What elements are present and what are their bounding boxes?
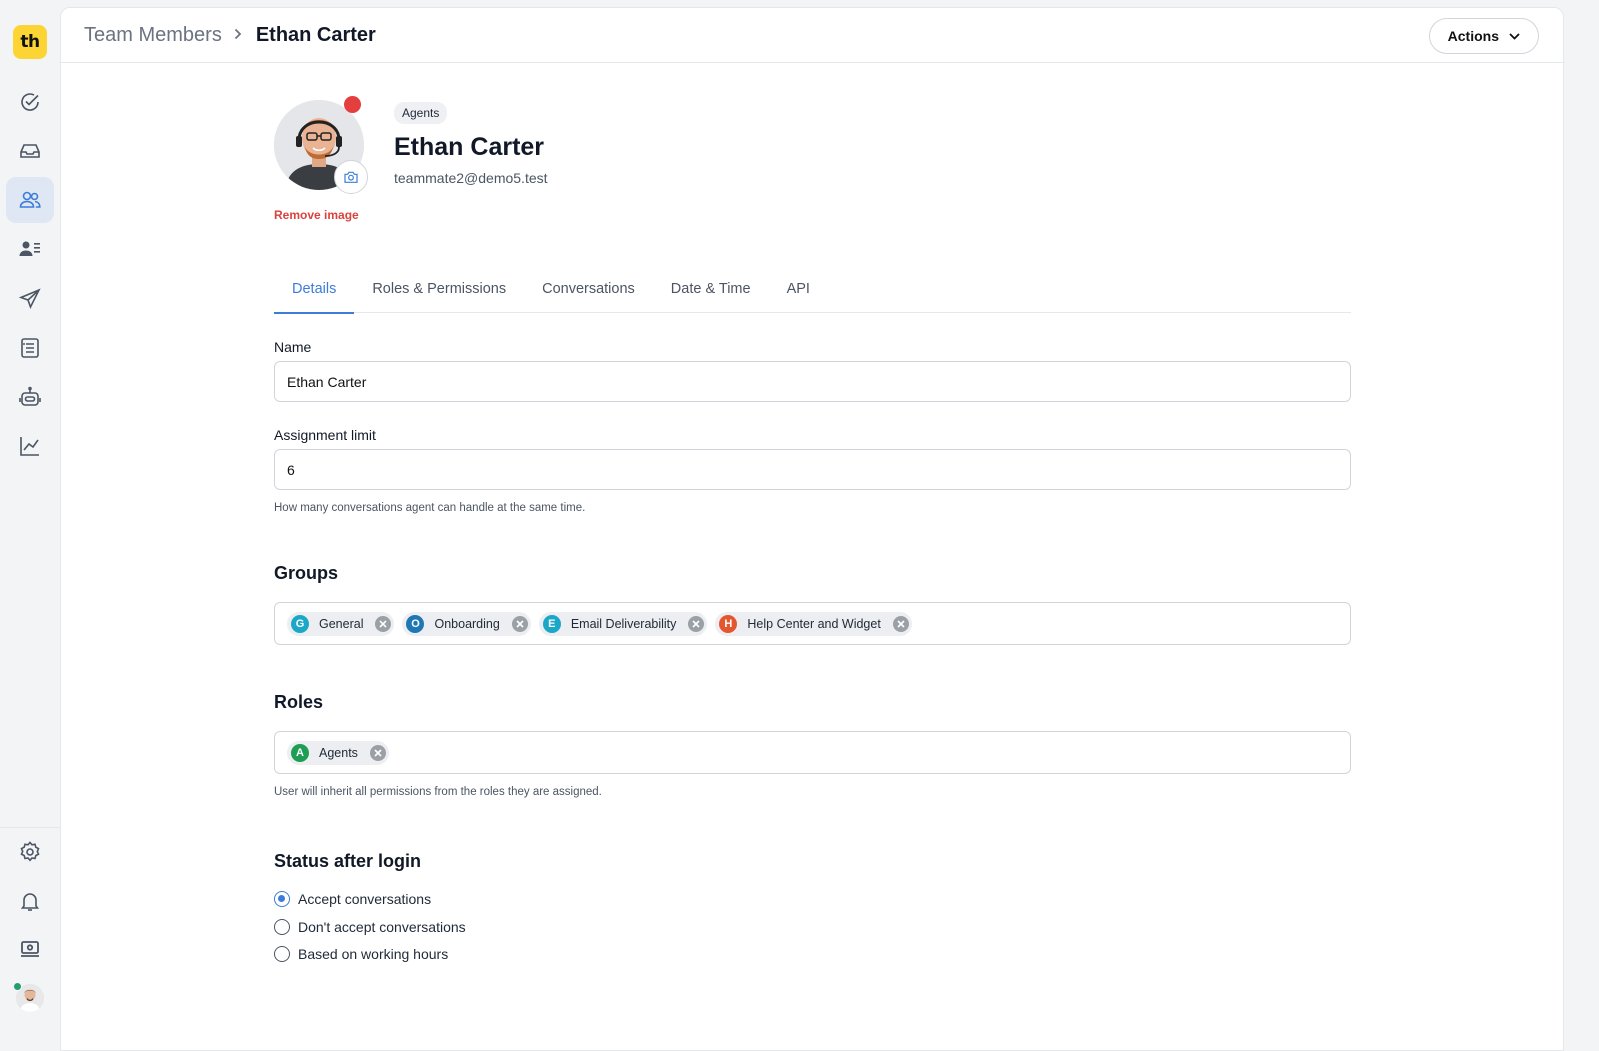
group-chip: E Email Deliverability <box>538 611 708 636</box>
group-initial: H <box>719 614 738 633</box>
roles-help: User will inherit all permissions from t… <box>274 786 602 798</box>
name-input[interactable] <box>274 361 1351 402</box>
name-label: Name <box>274 339 312 355</box>
bell-icon <box>20 893 40 911</box>
group-chip: G General <box>287 611 395 636</box>
tab-bar: Details Roles & Permissions Conversation… <box>274 270 1351 314</box>
sidebar-item-inbox[interactable] <box>6 128 54 174</box>
tab-roles-permissions[interactable]: Roles & Permissions <box>354 270 524 313</box>
sidebar-item-settings[interactable] <box>6 829 54 875</box>
sidebar: th <box>0 0 60 1051</box>
remove-chip-icon[interactable] <box>892 615 909 632</box>
list-icon <box>21 338 39 358</box>
groups-title: Groups <box>274 563 339 583</box>
remove-chip-icon[interactable] <box>369 744 386 761</box>
chart-icon <box>20 437 39 456</box>
status-title: Status after login <box>274 851 422 871</box>
remove-chip-icon[interactable] <box>511 615 528 632</box>
radio-label: Based on working hours <box>298 946 449 962</box>
online-status-dot <box>13 982 22 991</box>
main-panel: Team Members Ethan Carter Actions Remove… <box>60 7 1564 1051</box>
sidebar-item-billing[interactable] <box>6 926 54 972</box>
groups-select[interactable]: G General O Onboarding E Email Deliverab… <box>274 602 1351 645</box>
status-option-dont-accept[interactable]: Don't accept conversations <box>274 919 466 935</box>
billing-icon <box>21 941 39 957</box>
roles-select[interactable]: A Agents <box>274 731 1351 774</box>
group-initial: E <box>542 614 561 633</box>
team-icon <box>19 191 41 208</box>
status-dot <box>344 96 361 113</box>
sidebar-item-tasks[interactable] <box>6 79 54 125</box>
group-initial: G <box>291 614 309 633</box>
sidebar-item-team[interactable] <box>6 177 54 223</box>
camera-icon <box>344 171 358 183</box>
radio-button[interactable] <box>274 891 290 907</box>
group-label: Email Deliverability <box>570 616 677 631</box>
status-option-working-hours[interactable]: Based on working hours <box>274 946 448 962</box>
send-icon <box>18 288 41 310</box>
role-initial: A <box>291 743 309 762</box>
chevron-right-icon <box>234 27 242 45</box>
topbar: Team Members Ethan Carter Actions <box>61 8 1563 63</box>
sidebar-divider <box>0 827 60 828</box>
tab-api[interactable]: API <box>769 270 828 313</box>
status-option-accept[interactable]: Accept conversations <box>274 891 431 907</box>
gear-icon <box>20 841 40 862</box>
bot-icon <box>19 386 41 406</box>
tab-date-time[interactable]: Date & Time <box>653 270 769 313</box>
remove-chip-icon[interactable] <box>375 615 392 632</box>
profile-name: Ethan Carter <box>394 133 545 161</box>
role-badge: Agents <box>394 102 448 124</box>
group-chip: H Help Center and Widget <box>715 611 912 636</box>
group-label: General <box>319 616 364 631</box>
actions-button-label: Actions <box>1447 28 1499 44</box>
breadcrumb: Team Members Ethan Carter <box>84 24 376 47</box>
profile-avatar-wrap <box>274 96 368 194</box>
app-logo[interactable]: th <box>13 25 47 59</box>
group-chip: O Onboarding <box>402 611 531 636</box>
actions-button[interactable]: Actions <box>1428 18 1539 54</box>
tab-conversations[interactable]: Conversations <box>524 270 653 313</box>
upload-photo-button[interactable] <box>334 160 368 194</box>
tab-details[interactable]: Details <box>274 270 355 314</box>
assignment-limit-label: Assignment limit <box>274 427 376 443</box>
sidebar-item-knowledge[interactable] <box>6 325 54 371</box>
remove-image-link[interactable]: Remove image <box>274 208 359 222</box>
sidebar-item-campaigns[interactable] <box>6 276 54 322</box>
remove-chip-icon[interactable] <box>688 615 705 632</box>
sidebar-item-bots[interactable] <box>6 374 54 420</box>
sidebar-item-reports[interactable] <box>6 423 54 469</box>
radio-label: Accept conversations <box>298 891 432 907</box>
check-circle-icon <box>21 93 39 111</box>
sidebar-item-contacts[interactable] <box>6 226 54 272</box>
group-label: Help Center and Widget <box>747 616 881 631</box>
role-chip: A Agents <box>287 740 389 765</box>
radio-button[interactable] <box>274 919 290 935</box>
profile-email: teammate2@demo5.test <box>394 170 548 186</box>
radio-label: Don't accept conversations <box>298 919 466 935</box>
sidebar-item-notifications[interactable] <box>6 878 54 924</box>
chevron-down-icon <box>1509 32 1520 40</box>
assignment-limit-input[interactable] <box>274 449 1351 490</box>
radio-button[interactable] <box>274 946 290 962</box>
role-label: Agents <box>319 745 358 760</box>
roles-title: Roles <box>274 692 324 712</box>
contacts-icon <box>19 241 40 256</box>
breadcrumb-current: Ethan Carter <box>255 24 376 46</box>
group-initial: O <box>406 614 425 633</box>
breadcrumb-team-members[interactable]: Team Members <box>84 24 222 47</box>
assignment-limit-help: How many conversations agent can handle … <box>274 502 586 514</box>
group-label: Onboarding <box>434 616 500 631</box>
inbox-icon <box>20 144 40 158</box>
